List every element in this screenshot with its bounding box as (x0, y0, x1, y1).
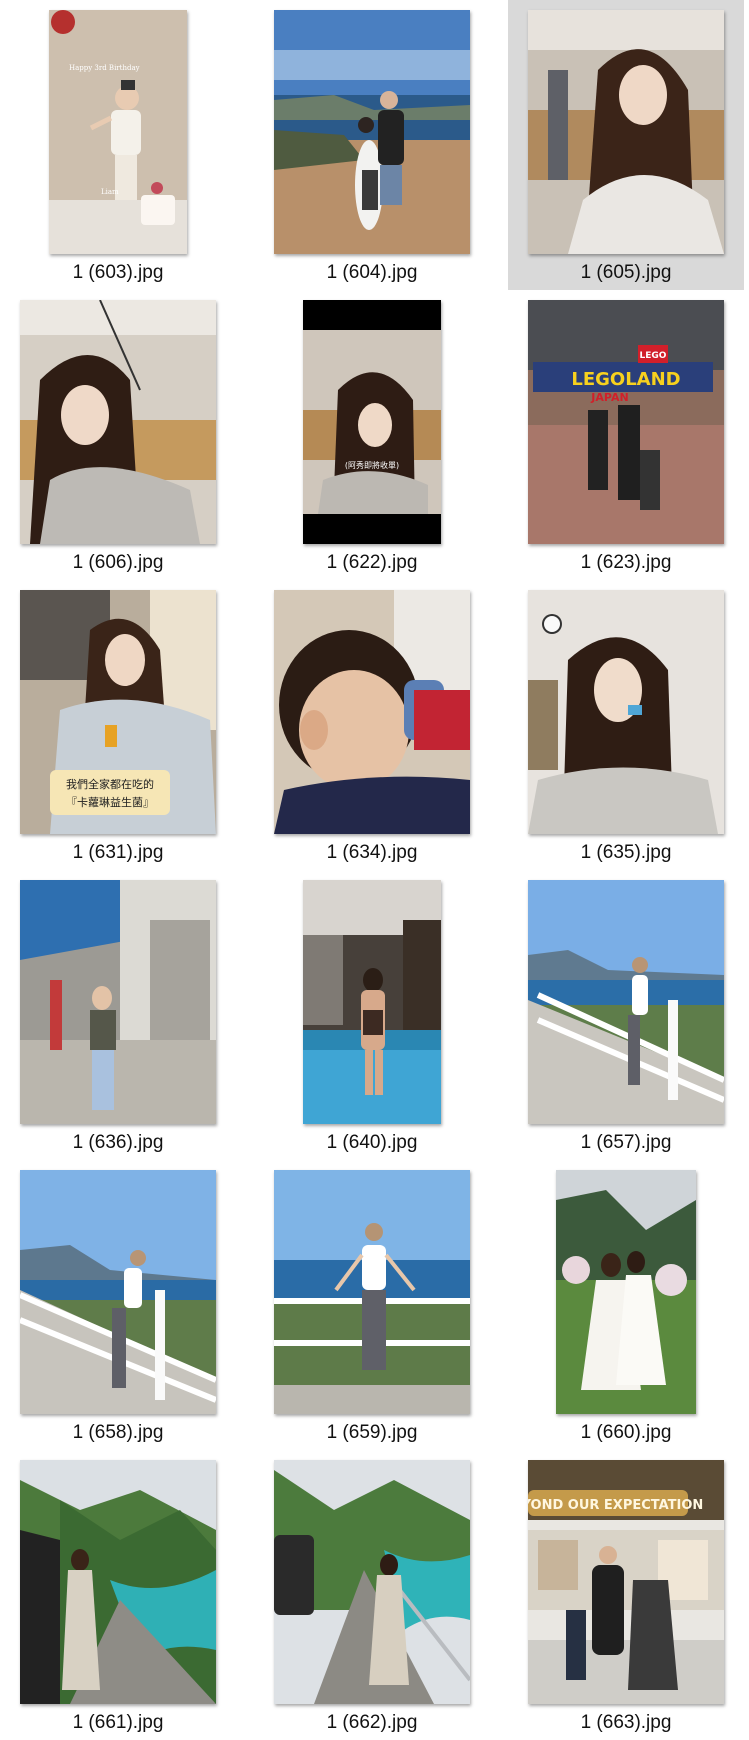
lego-badge: LEGO (640, 351, 667, 361)
snack-caption-line2: 『卡蘿琳益生菌』 (66, 795, 154, 809)
file-name: 1 (636).jpg (72, 1132, 164, 1153)
file-name: 1 (606).jpg (72, 552, 164, 573)
thumbnail-image (20, 1170, 216, 1414)
file-tile[interactable]: EYOND OUR EXPECTATION 1 (663).jpg (508, 1450, 744, 1740)
file-tile[interactable]: 1 (636).jpg (0, 870, 236, 1160)
file-name: 1 (635).jpg (580, 842, 672, 863)
thumbnail-image (528, 10, 724, 254)
file-tile[interactable]: LEGOLAND LEGO JAPAN 1 (623).jpg (508, 290, 744, 580)
file-tile[interactable]: 1 (640).jpg (254, 870, 490, 1160)
file-name: 1 (659).jpg (326, 1422, 418, 1443)
file-name: 1 (622).jpg (326, 552, 418, 573)
file-tile[interactable]: (阿秀即將收單) 1 (622).jpg (254, 290, 490, 580)
file-name: 1 (631).jpg (72, 842, 164, 863)
file-tile[interactable]: 1 (635).jpg (508, 580, 744, 870)
thumbnail-image (274, 590, 470, 834)
file-name: 1 (604).jpg (326, 262, 418, 283)
file-name: 1 (657).jpg (580, 1132, 672, 1153)
file-tile[interactable]: 1 (604).jpg (254, 0, 490, 290)
birthday-caption: Happy 3rd Birthday (69, 64, 140, 72)
thumbnail-image (274, 1170, 470, 1414)
thumbnail-image (20, 300, 216, 544)
file-tile[interactable]: 1 (661).jpg (0, 1450, 236, 1740)
file-tile[interactable]: 1 (659).jpg (254, 1160, 490, 1450)
file-name: 1 (623).jpg (580, 552, 672, 573)
mall-sign: EYOND OUR EXPECTATION (528, 1498, 703, 1513)
snack-caption-line1: 我們全家都在吃的 (66, 777, 154, 791)
file-name: 1 (660).jpg (580, 1422, 672, 1443)
file-name: 1 (662).jpg (326, 1712, 418, 1733)
thumbnail-image (528, 880, 724, 1124)
file-tile[interactable]: 1 (606).jpg (0, 290, 236, 580)
child-name-caption: Liam (101, 188, 119, 196)
thumbnail-image (274, 10, 470, 254)
video-caption: (阿秀即將收單) (345, 460, 399, 470)
file-tile[interactable]: 我們全家都在吃的 『卡蘿琳益生菌』 1 (631).jpg (0, 580, 236, 870)
thumbnail-image: EYOND OUR EXPECTATION (528, 1460, 724, 1704)
file-name: 1 (661).jpg (72, 1712, 164, 1733)
file-tile[interactable]: 1 (660).jpg (508, 1160, 744, 1450)
file-name: 1 (658).jpg (72, 1422, 164, 1443)
file-name: 1 (603).jpg (72, 262, 164, 283)
file-name: 1 (640).jpg (326, 1132, 418, 1153)
thumbnail-image: 我們全家都在吃的 『卡蘿琳益生菌』 (20, 590, 216, 834)
thumbnail-image (20, 880, 216, 1124)
thumbnail-image (556, 1170, 696, 1414)
legoland-logo: LEGOLAND (571, 369, 680, 390)
thumbnail-image (528, 590, 724, 834)
file-tile[interactable]: 1 (657).jpg (508, 870, 744, 1160)
file-name: 1 (634).jpg (326, 842, 418, 863)
file-tile[interactable]: 1 (658).jpg (0, 1160, 236, 1450)
thumbnail-image: LEGOLAND LEGO JAPAN (528, 300, 724, 544)
file-tile-selected[interactable]: 1 (605).jpg (508, 0, 744, 290)
file-name: 1 (663).jpg (580, 1712, 672, 1733)
file-grid: Happy 3rd Birthday Liam 1 (603).jpg 1 (6… (0, 0, 749, 1733)
legoland-japan-label: JAPAN (590, 391, 628, 404)
thumbnail-image (274, 1460, 470, 1704)
file-tile[interactable]: 1 (634).jpg (254, 580, 490, 870)
file-tile[interactable]: Happy 3rd Birthday Liam 1 (603).jpg (0, 0, 236, 290)
thumbnail-image: (阿秀即將收單) (303, 300, 441, 544)
file-tile[interactable]: 1 (662).jpg (254, 1450, 490, 1740)
file-name: 1 (605).jpg (580, 262, 672, 283)
thumbnail-image (20, 1460, 216, 1704)
thumbnail-image: Happy 3rd Birthday Liam (49, 10, 187, 254)
thumbnail-image (303, 880, 441, 1124)
